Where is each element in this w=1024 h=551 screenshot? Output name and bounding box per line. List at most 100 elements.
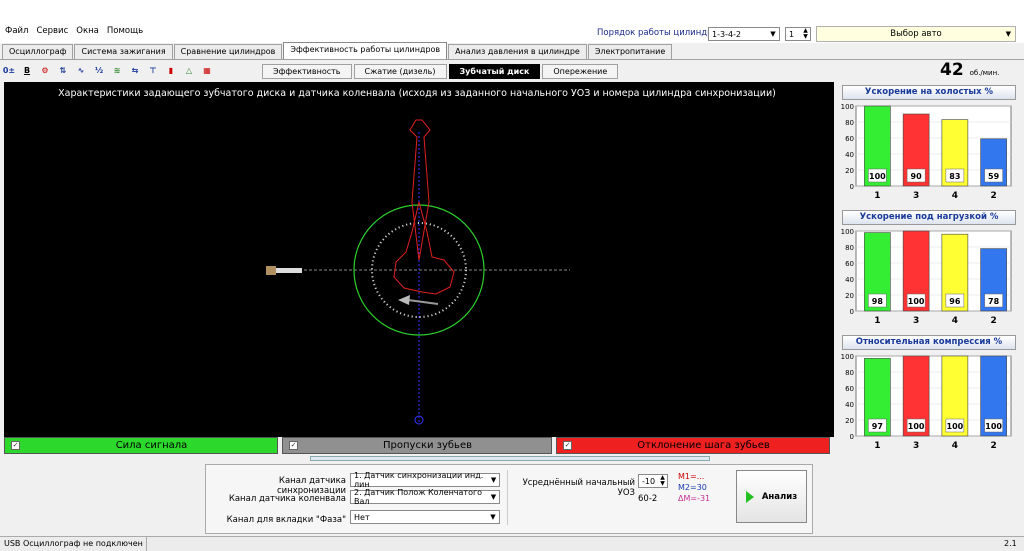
chart-icon[interactable]: △ [182, 64, 196, 78]
tab-cylinder-compare[interactable]: Сравнение цилиндров [173, 44, 283, 60]
tab-power[interactable]: Электропитание [587, 44, 673, 60]
category-label: 2 [990, 191, 996, 201]
y-tick-label: 0 [850, 433, 854, 441]
checkbox-icon[interactable]: ✓ [563, 441, 572, 450]
y-tick-label: 100 [841, 353, 854, 361]
chart-plot: 100 80 60 40 20 0 100 1 90 3 83 4 59 2 [841, 103, 1012, 201]
play-icon [745, 490, 754, 503]
filter-icon[interactable]: ≋ [110, 64, 124, 78]
m1-value: M1=... [678, 472, 705, 481]
y-tick-label: 60 [845, 385, 854, 393]
cylinder-order-value: 1-3-4-2 [712, 29, 742, 39]
status-connection: USB Осциллограф не подключен [4, 539, 143, 548]
y-tick-label: 20 [845, 417, 854, 425]
y-tick-label: 40 [845, 276, 854, 284]
subtab-compression[interactable]: Сжатие (дизель) [353, 64, 447, 79]
status-version: 2.1 [1004, 539, 1017, 548]
value-label: 83 [949, 172, 960, 181]
rotation-arrowhead [398, 295, 410, 305]
zoom-icon[interactable]: 0± [2, 64, 16, 78]
menu-file[interactable]: Файл [4, 26, 29, 36]
sensor-body [276, 268, 302, 273]
phase-channel-select[interactable]: Нет ▼ [350, 510, 500, 524]
y-tick-label: 100 [841, 228, 854, 236]
menu-windows[interactable]: Окна [75, 26, 100, 36]
cylinder-spin[interactable]: 1 ▲ ▼ [785, 27, 811, 41]
scale-icon[interactable]: ⇅ [56, 64, 70, 78]
rotation-arrow [407, 299, 439, 305]
y-tick-label: 60 [845, 135, 854, 143]
y-tick-label: 40 [845, 151, 854, 159]
histogram-icon[interactable]: ▦ [200, 64, 214, 78]
subtab-advance[interactable]: Опережение [542, 64, 619, 79]
y-tick-label: 0 [850, 183, 854, 191]
fraction-icon[interactable]: ½ [92, 64, 106, 78]
chart-plot: 100 80 60 40 20 0 98 1 100 3 96 4 78 2 [841, 228, 1012, 326]
value-label: 90 [911, 172, 923, 181]
tab-cylinder-efficiency[interactable]: Эффективность работы цилиндров [283, 42, 448, 60]
chart-title: Ускорение под нагрузкой % [842, 210, 1016, 225]
transfer-icon[interactable]: ⇆ [128, 64, 142, 78]
tab-pressure-analysis[interactable]: Анализ давления в цилиндре [448, 44, 587, 60]
cylinder-spin-value: 1 [789, 29, 795, 39]
value-label: 100 [908, 297, 925, 306]
tab-divider [0, 59, 1024, 60]
chevron-down-icon: ▼ [770, 30, 776, 38]
auto-select[interactable]: Выбор авто ▼ [816, 26, 1016, 42]
phase-channel-label: Канал для вкладки "Фаза" [226, 515, 346, 525]
uoz-spin[interactable]: -10 ▲ ▼ [638, 474, 668, 488]
wave-icon[interactable]: ∿ [74, 64, 88, 78]
value-label: 78 [988, 297, 1000, 306]
divider [507, 470, 508, 525]
value-label: 100 [947, 422, 964, 431]
chevron-down-icon: ▼ [490, 476, 497, 484]
chart-title: Ускорение на холостых % [842, 85, 1016, 100]
y-tick-label: 80 [845, 369, 854, 377]
bar-chart-3: Относительная компрессия % 100 80 60 40 20 0 97… [838, 333, 1020, 453]
rpm-unit: об./мин. [969, 69, 1000, 77]
menu-bar: Файл Сервис Окна Помощь [4, 26, 144, 36]
spin-arrows-icon: ▲ ▼ [803, 27, 808, 40]
y-tick-label: 20 [845, 167, 854, 175]
value-label: 59 [988, 172, 1000, 181]
status-divider [146, 537, 147, 551]
crank-channel-select[interactable]: 2. Датчик Полож Коленчатого Вал ▼ [350, 488, 500, 506]
toolbar: 0± B ⚙ ⇅ ∿ ½ ≋ ⇆ ⊤ ▮ △ ▦ [2, 62, 214, 79]
value-label: 97 [872, 422, 883, 431]
subtab-tooth-disk[interactable]: Зубчатый диск [448, 64, 541, 79]
y-tick-label: 80 [845, 244, 854, 252]
checkbox-icon[interactable]: ✓ [11, 441, 20, 450]
sensor-head [266, 266, 276, 275]
checkbox-icon[interactable]: ✓ [289, 441, 298, 450]
bold-b-icon[interactable]: B [20, 64, 34, 78]
sync-channel-select[interactable]: 1. Датчик синхронизации инд. лин ▼ [350, 471, 500, 489]
category-label: 4 [952, 441, 958, 451]
signal-strength-button[interactable]: ✓ Сила сигнала [4, 437, 278, 454]
value-label: 100 [908, 422, 925, 431]
bar-chart-1: Ускорение на холостых % 100 80 60 40 20 0 100 1 9… [838, 83, 1020, 203]
tab-oscilloscope[interactable]: Осциллограф [2, 44, 74, 60]
dm-value: ΔM=-31 [678, 494, 711, 503]
signal-strength-label: Сила сигнала [115, 440, 188, 451]
y-tick-label: 0 [850, 308, 854, 316]
splitter-handle[interactable] [310, 456, 710, 461]
uoz-value: -10 [642, 476, 656, 486]
cylinder-order-select[interactable]: 1-3-4-2 ▼ [708, 27, 780, 41]
value-label: 96 [949, 297, 961, 306]
menu-help[interactable]: Помощь [106, 26, 144, 36]
tooth-deviation-button[interactable]: ✓ Отклонение шага зубьев [556, 437, 830, 454]
menu-service[interactable]: Сервис [35, 26, 69, 36]
cylinder-order-label: Порядок работы цилиндров [597, 28, 723, 38]
engine-icon[interactable]: ⚙ [38, 64, 52, 78]
subtab-efficiency[interactable]: Эффективность [262, 64, 352, 79]
auto-select-value: Выбор авто [890, 29, 942, 39]
teeth-skips-button[interactable]: ✓ Пропуски зубьев [282, 437, 552, 454]
value-label: 100 [869, 172, 886, 181]
analyze-button[interactable]: Анализ [736, 470, 807, 523]
bars-icon[interactable]: ▮ [164, 64, 178, 78]
disk-graphic [266, 119, 570, 425]
chevron-down-icon: ▼ [1005, 30, 1011, 38]
category-label: 4 [952, 191, 958, 201]
tab-ignition[interactable]: Система зажигания [74, 44, 173, 60]
cursor-icon[interactable]: ⊤ [146, 64, 160, 78]
